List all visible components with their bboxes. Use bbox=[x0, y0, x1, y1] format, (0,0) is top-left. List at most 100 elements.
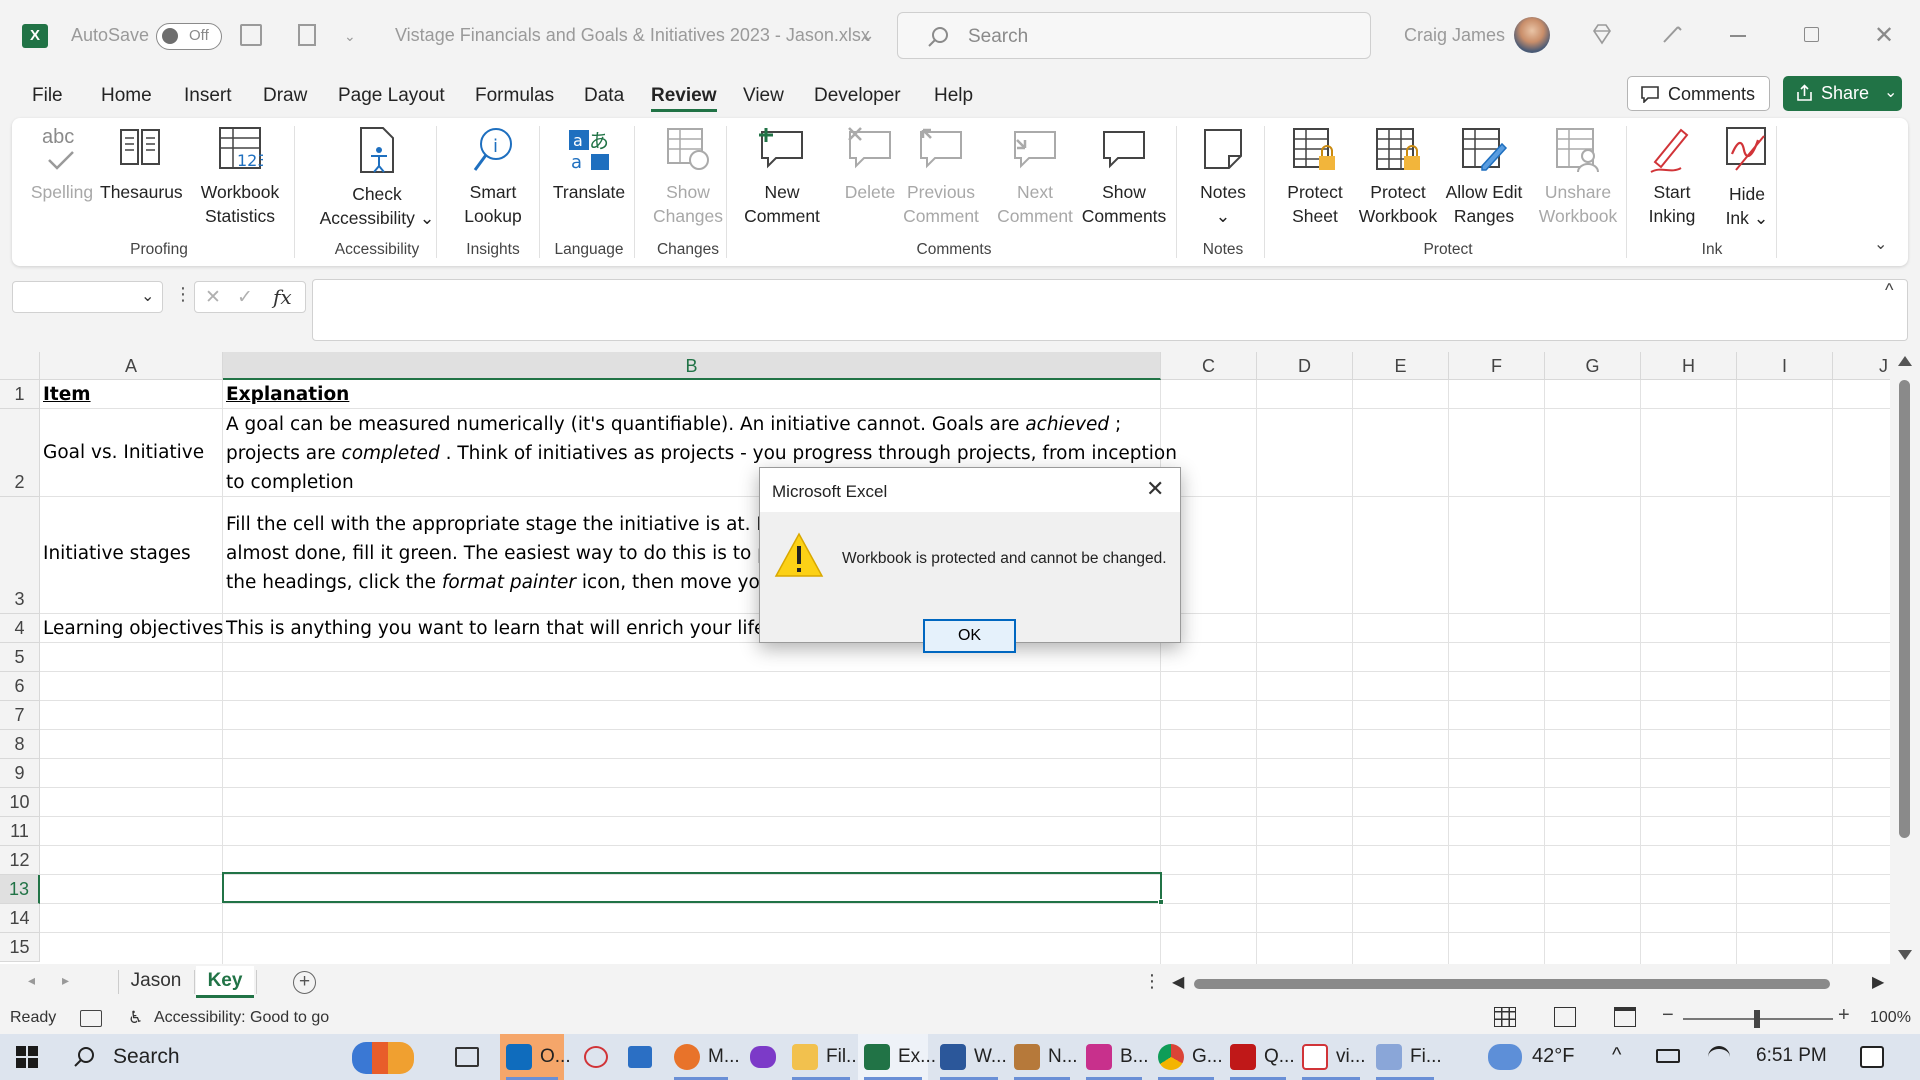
macro-record-icon[interactable] bbox=[80, 1010, 102, 1027]
accessibility-status-icon[interactable]: ♿ bbox=[128, 1008, 143, 1028]
row-header-4[interactable]: 4 bbox=[0, 614, 40, 643]
insert-function-icon[interactable]: fx bbox=[273, 285, 292, 309]
cell-b3[interactable]: Fill the cell with the appropriate stage… bbox=[226, 510, 782, 597]
taskbar-app-chrome[interactable]: G... bbox=[1152, 1034, 1223, 1080]
pen-icon[interactable] bbox=[1660, 22, 1684, 46]
tab-file[interactable]: File bbox=[32, 85, 63, 107]
row-header-7[interactable]: 7 bbox=[0, 701, 40, 730]
weather-temperature[interactable]: 42°F bbox=[1532, 1045, 1574, 1068]
customize-qat-icon[interactable]: ⌄ bbox=[344, 28, 356, 45]
row-header-10[interactable]: 10 bbox=[0, 788, 40, 817]
taskbar-app-word[interactable]: W... bbox=[934, 1034, 1007, 1080]
wifi-icon[interactable] bbox=[1708, 1046, 1730, 1068]
horizontal-scroll-thumb[interactable] bbox=[1194, 979, 1830, 989]
row-header-13[interactable]: 13 bbox=[0, 875, 40, 904]
cell-a2[interactable]: Goal vs. Initiative bbox=[43, 438, 204, 467]
weather-icon[interactable] bbox=[1488, 1044, 1522, 1070]
restore-icon[interactable] bbox=[1804, 27, 1819, 42]
show-comments-button[interactable]: Show Comments bbox=[1076, 118, 1172, 236]
row-header-3[interactable]: 3 bbox=[0, 497, 40, 614]
row-header-11[interactable]: 11 bbox=[0, 817, 40, 846]
notifications-icon[interactable] bbox=[1860, 1046, 1884, 1068]
spelling-button[interactable]: abc Spelling bbox=[30, 118, 94, 236]
taskbar-app-excel[interactable]: Ex... bbox=[858, 1034, 936, 1080]
task-view-icon[interactable] bbox=[455, 1047, 479, 1067]
add-sheet-icon[interactable]: + bbox=[293, 971, 316, 994]
avatar[interactable] bbox=[1514, 17, 1550, 53]
share-dropdown-icon[interactable]: ⌄ bbox=[1884, 82, 1897, 102]
scroll-down-icon[interactable] bbox=[1898, 950, 1912, 960]
tab-help[interactable]: Help bbox=[934, 85, 973, 107]
thesaurus-button[interactable]: Thesaurus bbox=[100, 118, 183, 236]
clock-time[interactable]: 6:51 PM bbox=[1756, 1045, 1827, 1067]
selected-cell-b13[interactable] bbox=[222, 872, 1164, 905]
hide-ink-button[interactable]: Hide Ink ⌄ bbox=[1702, 118, 1792, 236]
smart-lookup-button[interactable]: i Smart Lookup bbox=[448, 118, 538, 236]
fill-handle[interactable] bbox=[1158, 899, 1164, 905]
zoom-out-icon[interactable]: − bbox=[1662, 1004, 1674, 1027]
tab-view[interactable]: View bbox=[743, 85, 784, 107]
taskbar-app-outlook[interactable]: O... bbox=[500, 1034, 571, 1080]
check-accessibility-button[interactable]: Check Accessibility ⌄ bbox=[302, 118, 452, 236]
page-layout-view-icon[interactable] bbox=[1554, 1007, 1576, 1027]
collapse-formula-icon[interactable]: ^ bbox=[1885, 280, 1893, 301]
taskbar-app-pdf[interactable]: vi... bbox=[1296, 1034, 1366, 1080]
collapse-ribbon-icon[interactable]: ⌄ bbox=[1874, 234, 1887, 254]
copilot-icon[interactable] bbox=[750, 1046, 776, 1068]
previous-comment-button[interactable]: Previous Comment bbox=[896, 118, 986, 236]
scroll-up-icon[interactable] bbox=[1898, 356, 1912, 366]
zoom-in-icon[interactable]: + bbox=[1838, 1004, 1850, 1027]
taskbar-app-b[interactable]: B... bbox=[1080, 1034, 1149, 1080]
tab-developer[interactable]: Developer bbox=[814, 85, 901, 107]
taskbar-app-firefox[interactable]: M... bbox=[668, 1034, 740, 1080]
tab-review[interactable]: Review bbox=[651, 85, 716, 107]
close-icon[interactable]: ✕ bbox=[1874, 21, 1894, 50]
allow-edit-ranges-button[interactable]: Allow Edit Ranges bbox=[1434, 118, 1534, 236]
column-header-h[interactable]: H bbox=[1641, 352, 1737, 380]
row-header-12[interactable]: 12 bbox=[0, 846, 40, 875]
next-comment-button[interactable]: Next Comment bbox=[990, 118, 1080, 236]
row-header-9[interactable]: 9 bbox=[0, 759, 40, 788]
cell-b1[interactable]: Explanation bbox=[226, 380, 349, 409]
scroll-right-icon[interactable]: ▶ bbox=[1872, 972, 1884, 992]
taskbar-app-q[interactable]: Q... bbox=[1224, 1034, 1295, 1080]
row-header-6[interactable]: 6 bbox=[0, 672, 40, 701]
column-header-f[interactable]: F bbox=[1449, 352, 1545, 380]
row-header-2[interactable]: 2 bbox=[0, 409, 40, 497]
autosave-toggle[interactable]: Off bbox=[156, 23, 222, 50]
protect-workbook-button[interactable]: Protect Workbook bbox=[1350, 118, 1446, 236]
battery-icon[interactable] bbox=[1656, 1049, 1680, 1063]
title-dropdown-icon[interactable]: ⌄ bbox=[860, 25, 875, 46]
tab-formulas[interactable]: Formulas bbox=[475, 85, 554, 107]
unshare-workbook-button[interactable]: Unshare Workbook bbox=[1528, 118, 1628, 236]
scroll-left-icon[interactable]: ◀ bbox=[1172, 972, 1184, 992]
tab-draw[interactable]: Draw bbox=[263, 85, 307, 107]
new-comment-button[interactable]: New Comment bbox=[736, 118, 828, 236]
column-header-j[interactable]: J bbox=[1833, 352, 1890, 380]
normal-view-icon[interactable] bbox=[1494, 1007, 1516, 1027]
row-header-8[interactable]: 8 bbox=[0, 730, 40, 759]
zoom-slider-thumb[interactable] bbox=[1754, 1010, 1760, 1028]
document-title[interactable]: Vistage Financials and Goals & Initiativ… bbox=[395, 25, 870, 46]
windows-start-icon[interactable] bbox=[16, 1046, 38, 1068]
minimize-icon[interactable] bbox=[1730, 35, 1746, 37]
user-name[interactable]: Craig James bbox=[1404, 25, 1505, 46]
comments-button[interactable]: Comments bbox=[1627, 76, 1770, 111]
taskbar-app-fi[interactable]: Fi... bbox=[1370, 1034, 1442, 1080]
notes-button[interactable]: Notes ⌄ bbox=[1188, 118, 1258, 236]
vertical-scrollbar[interactable] bbox=[1892, 352, 1920, 964]
workbook-statistics-button[interactable]: 123 Workbook Statistics bbox=[192, 118, 288, 236]
show-hidden-icons-icon[interactable]: ^ bbox=[1612, 1044, 1621, 1067]
name-box[interactable]: ⌄ bbox=[12, 281, 163, 313]
new-file-icon[interactable] bbox=[298, 24, 316, 46]
row-header-15[interactable]: 15 bbox=[0, 933, 40, 962]
cell-a1[interactable]: Item bbox=[43, 380, 91, 409]
share-button[interactable]: Share ⌄ bbox=[1783, 76, 1902, 111]
taskbar-search[interactable]: Search bbox=[58, 1034, 338, 1080]
select-all-corner[interactable] bbox=[0, 352, 40, 380]
tab-insert[interactable]: Insert bbox=[184, 85, 232, 107]
column-header-a[interactable]: A bbox=[40, 352, 223, 380]
column-header-c[interactable]: C bbox=[1161, 352, 1257, 380]
next-sheet-icon[interactable]: ▸ bbox=[62, 972, 69, 989]
tab-data[interactable]: Data bbox=[584, 85, 624, 107]
